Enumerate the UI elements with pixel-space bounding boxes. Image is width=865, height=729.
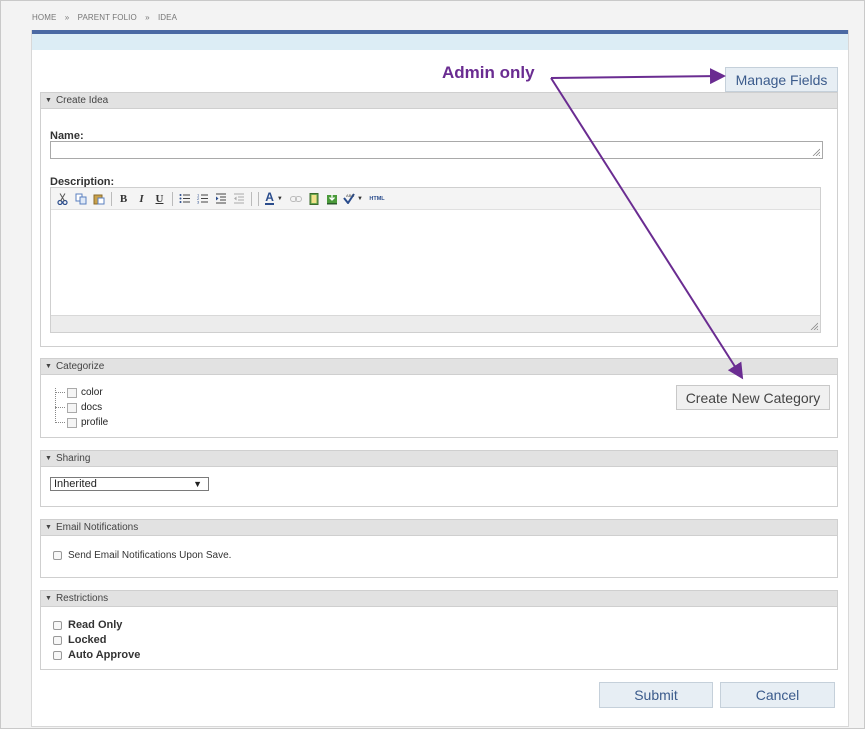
chevron-down-icon: ▼ xyxy=(193,479,202,489)
description-editor[interactable]: B I U 123 A ▼ ABC ▼ HTML xyxy=(50,187,821,333)
tree-item-docs: docs xyxy=(55,402,102,413)
image-icon[interactable] xyxy=(306,191,321,206)
breadcrumb-parent-folio[interactable]: PARENT FOLIO xyxy=(78,13,137,22)
breadcrumb: HOME » PARENT FOLIO » IDEA xyxy=(32,13,183,22)
categorize-header[interactable]: ▼ Categorize xyxy=(41,359,837,375)
spellcheck-icon[interactable]: ABC ▼ xyxy=(342,191,364,206)
create-new-category-button[interactable]: Create New Category xyxy=(676,385,830,410)
paste-icon[interactable] xyxy=(91,191,106,206)
tree-item-color: color xyxy=(55,387,103,398)
restrictions-title: Restrictions xyxy=(55,593,109,604)
toolbar-separator xyxy=(172,191,173,206)
svg-text:ABC: ABC xyxy=(346,193,354,198)
chevron-down-icon: ▼ xyxy=(357,195,363,202)
collapse-triangle-icon: ▼ xyxy=(45,97,52,104)
admin-only-annotation: Admin only xyxy=(442,63,535,82)
copy-icon[interactable] xyxy=(73,191,88,206)
html-icon[interactable]: HTML xyxy=(367,191,387,206)
cut-icon[interactable] xyxy=(55,191,70,206)
restrictions-panel: ▼ Restrictions Read Only Locked Auto Appr… xyxy=(40,590,838,670)
resize-grip-icon[interactable] xyxy=(812,148,820,156)
category-checkbox[interactable] xyxy=(67,387,77,398)
italic-icon[interactable]: I xyxy=(134,191,149,206)
email-notifications-panel: ▼ Email Notifications Send Email Notifica… xyxy=(40,519,838,578)
locked-option: Locked xyxy=(53,634,107,646)
svg-text:3: 3 xyxy=(197,200,200,205)
sharing-select[interactable]: Inherited ▼ xyxy=(50,477,209,491)
insert-image-icon[interactable] xyxy=(324,191,339,206)
resize-grip-icon[interactable] xyxy=(810,322,818,330)
sharing-title: Sharing xyxy=(55,453,91,464)
restrictions-header[interactable]: ▼ Restrictions xyxy=(41,591,837,607)
sharing-header[interactable]: ▼ Sharing xyxy=(41,451,837,467)
underline-icon[interactable]: U xyxy=(152,191,167,206)
collapse-triangle-icon: ▼ xyxy=(45,455,52,462)
chevron-down-icon: ▼ xyxy=(276,195,283,202)
header-band xyxy=(32,34,848,50)
read-only-option: Read Only xyxy=(53,619,122,631)
sharing-panel: ▼ Sharing Inherited ▼ xyxy=(40,450,838,507)
email-notifications-title: Email Notifications xyxy=(55,522,139,533)
email-notifications-header[interactable]: ▼ Email Notifications xyxy=(41,520,837,536)
create-idea-panel: ▼ Create Idea Name: Description: B I U 12… xyxy=(40,92,838,347)
tree-item-profile: profile xyxy=(55,417,108,428)
toolbar-separator xyxy=(111,191,112,206)
outdent-icon[interactable] xyxy=(231,191,246,206)
breadcrumb-home[interactable]: HOME xyxy=(32,13,56,22)
breadcrumb-separator: » xyxy=(64,13,70,22)
submit-button[interactable]: Submit xyxy=(599,682,713,708)
breadcrumb-idea: IDEA xyxy=(157,13,178,22)
numbered-list-icon[interactable]: 123 xyxy=(195,191,210,206)
create-idea-header[interactable]: ▼ Create Idea xyxy=(41,93,837,109)
font-color-icon[interactable]: A ▼ xyxy=(263,191,285,206)
indent-icon[interactable] xyxy=(213,191,228,206)
editor-toolbar: B I U 123 A ▼ ABC ▼ HTML xyxy=(51,188,820,210)
link-icon[interactable] xyxy=(288,191,303,206)
manage-fields-button[interactable]: Manage Fields xyxy=(725,67,838,92)
create-idea-title: Create Idea xyxy=(55,95,109,106)
collapse-triangle-icon: ▼ xyxy=(45,524,52,531)
categorize-title: Categorize xyxy=(55,361,105,372)
collapse-triangle-icon: ▼ xyxy=(45,363,52,370)
collapse-triangle-icon: ▼ xyxy=(45,595,52,602)
send-email-option: Send Email Notifications Upon Save. xyxy=(53,550,231,561)
breadcrumb-separator: » xyxy=(145,13,150,22)
bullet-list-icon[interactable] xyxy=(177,191,192,206)
auto-approve-option: Auto Approve xyxy=(53,649,140,661)
category-checkbox[interactable] xyxy=(67,417,77,428)
toolbar-separator xyxy=(258,191,259,206)
cancel-button[interactable]: Cancel xyxy=(720,682,835,708)
send-email-checkbox[interactable] xyxy=(53,551,62,560)
locked-checkbox[interactable] xyxy=(53,635,62,645)
editor-statusbar xyxy=(51,315,820,332)
auto-approve-checkbox[interactable] xyxy=(53,650,62,660)
read-only-checkbox[interactable] xyxy=(53,620,62,630)
bold-icon[interactable]: B xyxy=(116,191,131,206)
name-input[interactable] xyxy=(50,141,823,159)
toolbar-separator xyxy=(251,191,252,206)
category-checkbox[interactable] xyxy=(67,402,77,413)
